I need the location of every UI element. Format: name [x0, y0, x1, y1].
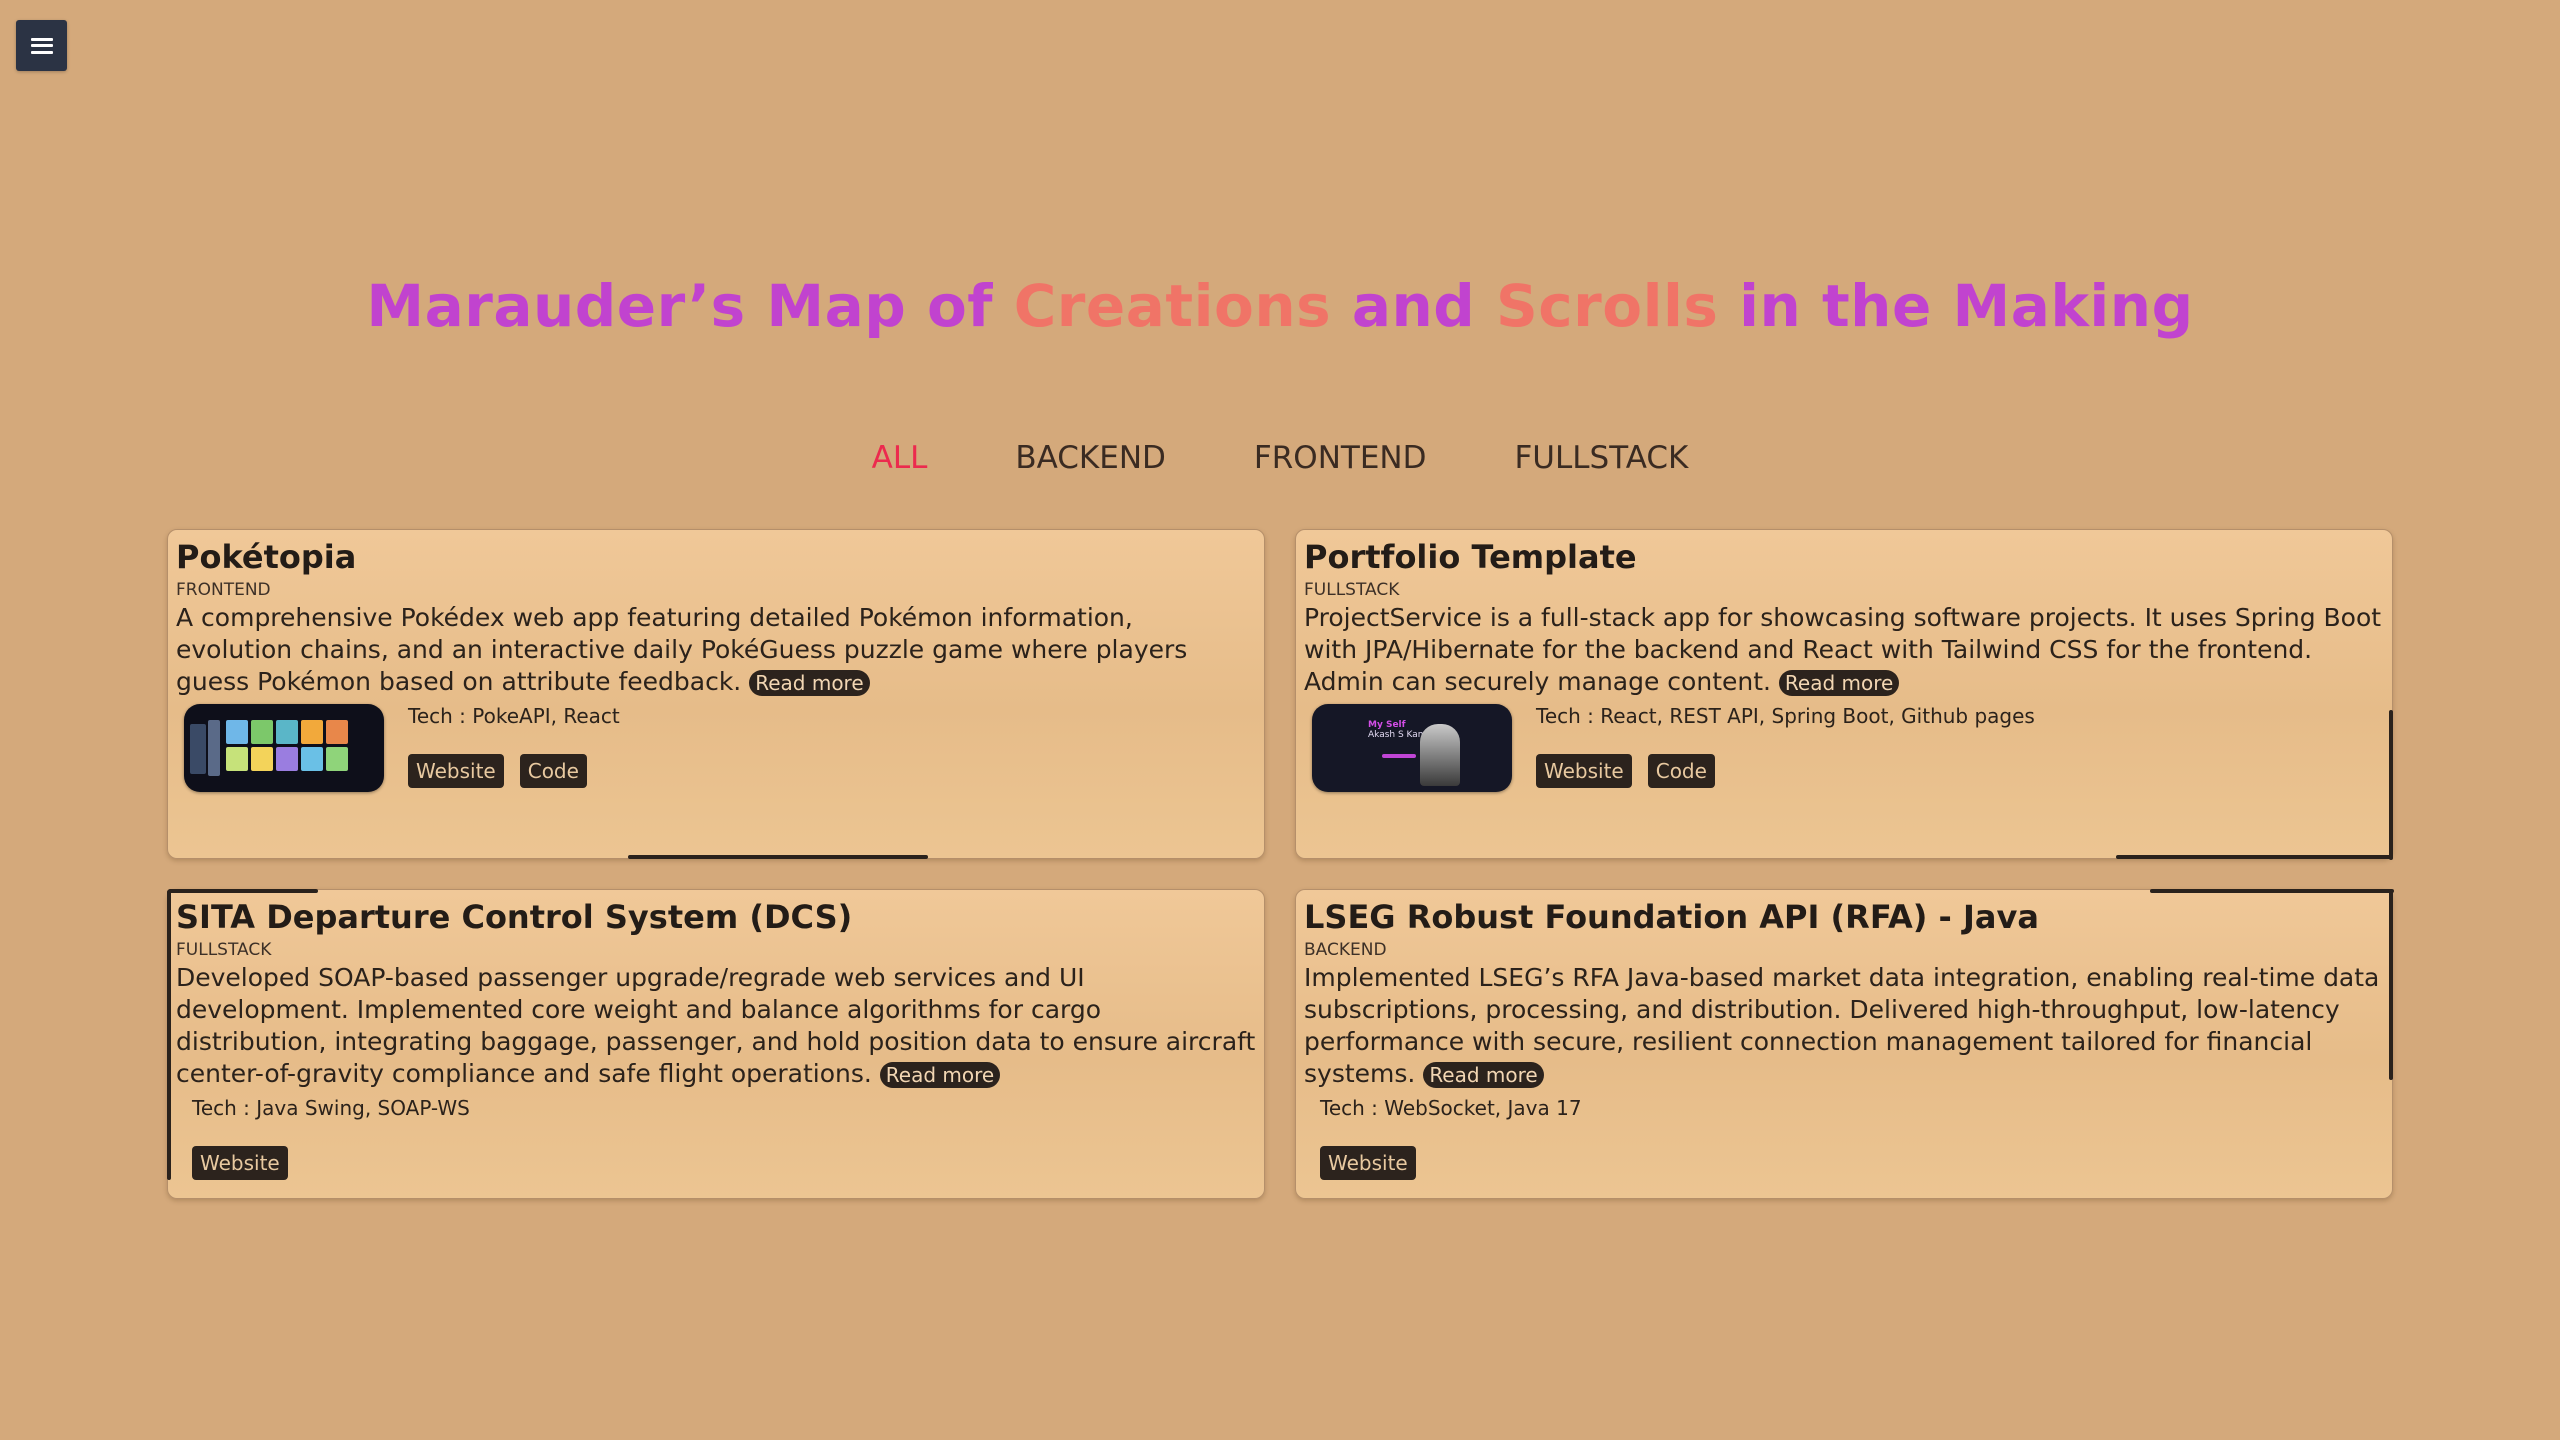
title-part-highlight: Scrolls [1496, 272, 1719, 340]
project-category: FULLSTACK [1304, 580, 1400, 600]
website-button[interactable]: Website [192, 1146, 288, 1180]
project-tech: Tech : React, REST API, Spring Boot, Git… [1536, 704, 2035, 728]
title-part: Marauder’s Map of [366, 272, 1014, 340]
project-card-poketopia: Pokétopia FRONTEND A comprehensive Pokéd… [167, 529, 1265, 859]
filter-tabs: ALL BACKEND FRONTEND FULLSTACK [0, 440, 2560, 476]
project-description: ProjectService is a full-stack app for s… [1304, 602, 2384, 698]
description-text: Developed SOAP-based passenger upgrade/r… [176, 963, 1256, 1088]
title-part: and [1331, 272, 1496, 340]
read-more-button[interactable]: Read more [1778, 670, 1900, 696]
project-tech: Tech : Java Swing, SOAP-WS [192, 1096, 470, 1120]
menu-button[interactable] [16, 20, 67, 71]
tab-fullstack[interactable]: FULLSTACK [1512, 440, 1690, 476]
project-category: FRONTEND [176, 580, 271, 600]
tab-frontend[interactable]: FRONTEND [1252, 440, 1429, 476]
project-title: SITA Departure Control System (DCS) [176, 898, 853, 936]
tab-all[interactable]: ALL [870, 440, 930, 476]
thumbnail-text: My Self [1368, 720, 1406, 730]
project-thumbnail [184, 704, 384, 792]
website-button[interactable]: Website [1536, 754, 1632, 788]
code-button[interactable]: Code [1647, 754, 1715, 788]
page-title: Marauder’s Map of Creations and Scrolls … [0, 272, 2560, 340]
read-more-button[interactable]: Read more [879, 1062, 1001, 1088]
project-description: A comprehensive Pokédex web app featurin… [176, 602, 1256, 698]
website-button[interactable]: Website [408, 754, 504, 788]
website-button[interactable]: Website [1320, 1146, 1416, 1180]
title-part-highlight: Creations [1013, 272, 1332, 340]
read-more-button[interactable]: Read more [1423, 1062, 1544, 1088]
project-title: Portfolio Template [1304, 538, 1637, 576]
title-part: in the Making [1718, 272, 2194, 340]
project-thumbnail: My Self Akash S Kamboran [1312, 704, 1512, 792]
project-title: Pokétopia [176, 538, 357, 576]
project-tech: Tech : PokeAPI, React [408, 704, 620, 728]
tab-backend[interactable]: BACKEND [1013, 440, 1168, 476]
project-tech: Tech : WebSocket, Java 17 [1320, 1096, 1582, 1120]
project-title: LSEG Robust Foundation API (RFA) - Java [1304, 898, 2039, 936]
project-card-portfolio-template: Portfolio Template FULLSTACK ProjectServ… [1295, 529, 2393, 860]
description-text: A comprehensive Pokédex web app featurin… [176, 603, 1188, 696]
project-category: FULLSTACK [176, 940, 272, 960]
code-button[interactable]: Code [519, 754, 587, 788]
project-description: Implemented LSEG’s RFA Java-based market… [1304, 962, 2384, 1090]
hamburger-menu-icon [30, 37, 53, 54]
project-category: BACKEND [1304, 940, 1387, 960]
project-card-lseg-rfa: LSEG Robust Foundation API (RFA) - Java … [1295, 889, 2394, 1199]
read-more-button[interactable]: Read more [749, 670, 870, 696]
project-card-sita-dcs: SITA Departure Control System (DCS) FULL… [167, 889, 1265, 1199]
project-description: Developed SOAP-based passenger upgrade/r… [176, 962, 1256, 1090]
